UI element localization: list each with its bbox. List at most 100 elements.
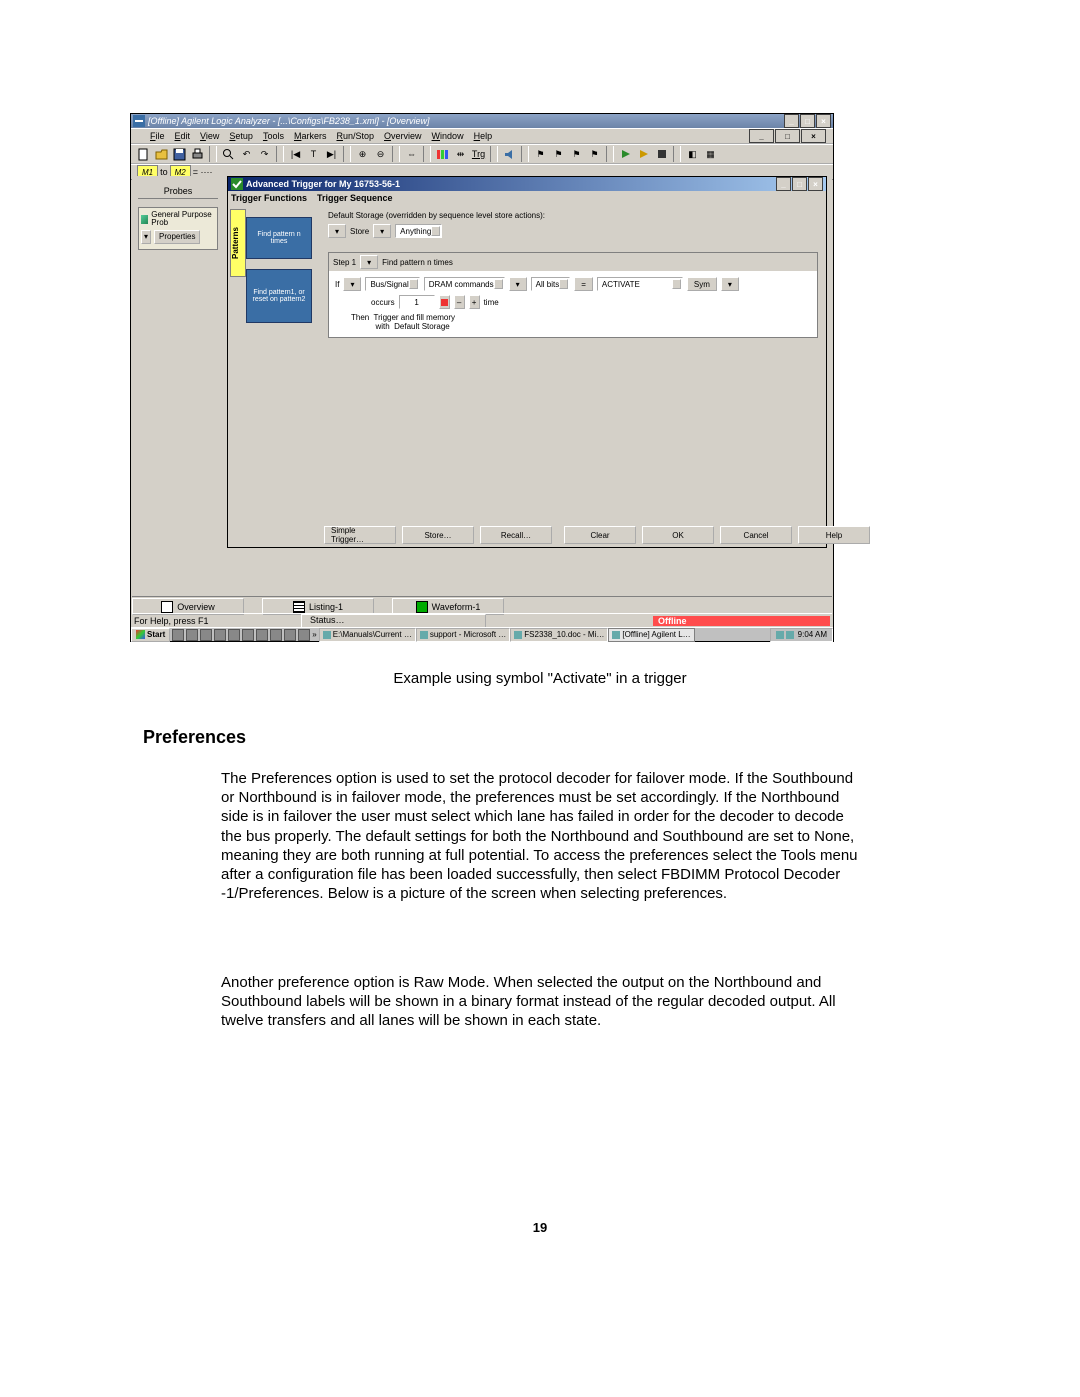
menu-help[interactable]: Help	[469, 131, 498, 141]
last-icon[interactable]: ▶|	[323, 146, 340, 162]
dialog-button-row: Simple Trigger… Store… Recall… Clear OK …	[324, 526, 820, 544]
quick-launch-icon[interactable]	[214, 629, 226, 641]
menu-runstop[interactable]: Run/Stop	[331, 131, 379, 141]
menu-file[interactable]: File	[145, 131, 170, 141]
all-bits-combo[interactable]: All bits	[531, 277, 571, 291]
bus-signal-combo[interactable]: Bus/Signal	[365, 277, 419, 291]
quick-launch-icon[interactable]	[256, 629, 268, 641]
menu-tools[interactable]: Tools	[258, 131, 289, 141]
zoom-in-icon[interactable]: ⊕	[354, 146, 371, 162]
mdi-minimize-button[interactable]: _	[749, 129, 774, 143]
module-icon	[141, 215, 148, 224]
trigger-pos-icon[interactable]: Trg	[470, 146, 487, 162]
occurs-stop-button[interactable]	[439, 295, 450, 309]
start-button[interactable]: Start	[131, 628, 170, 642]
dialog-minimize-button[interactable]: _	[776, 177, 791, 191]
quick-launch-icon[interactable]	[172, 629, 184, 641]
menu-markers[interactable]: Markers	[289, 131, 332, 141]
quick-launch-icon[interactable]	[242, 629, 254, 641]
flag3-icon[interactable]: ⚑	[568, 146, 585, 162]
center-icon[interactable]: ⇹	[452, 146, 469, 162]
go-to-trigger-icon[interactable]	[434, 146, 451, 162]
dialog-title-bar[interactable]: Advanced Trigger for My 16753-56-1 _ □ ×	[228, 177, 826, 191]
minimize-button[interactable]: _	[784, 114, 799, 128]
taskbar-clock[interactable]: 9:04 AM	[770, 628, 833, 642]
paragraph: Another preference option is Raw Mode. W…	[221, 973, 861, 1031]
default-storage-menu[interactable]: ▾	[328, 224, 346, 238]
occurs-count[interactable]: 1	[399, 295, 435, 309]
dram-commands-combo[interactable]: DRAM commands	[424, 277, 505, 291]
flag1-icon[interactable]: ⚑	[532, 146, 549, 162]
overlay-icon[interactable]: ◧	[684, 146, 701, 162]
func-find-reset[interactable]: Find pattern1, or reset on pattern2	[246, 269, 312, 323]
patterns-tab[interactable]: Patterns	[230, 209, 246, 277]
module-menu-button[interactable]: ▾	[141, 230, 151, 244]
sym-button[interactable]: Sym	[687, 277, 717, 291]
task-button[interactable]: FS2338_10.doc - Mi…	[510, 628, 608, 642]
store-button[interactable]: Store…	[402, 526, 474, 544]
new-icon[interactable]	[135, 146, 152, 162]
group-icon[interactable]: ▦	[702, 146, 719, 162]
mdi-close-button[interactable]: ×	[801, 129, 826, 143]
menu-overview[interactable]: Overview	[379, 131, 427, 141]
quick-launch-icon[interactable]	[298, 629, 310, 641]
dram-menu[interactable]: ▾	[509, 277, 527, 291]
col-trigger-sequence: Trigger Sequence	[317, 193, 823, 203]
task-button[interactable]: support - Microsoft …	[416, 628, 510, 642]
cancel-button[interactable]: Cancel	[720, 526, 792, 544]
occurs-up-button[interactable]: +	[469, 295, 480, 309]
simple-trigger-button[interactable]: Simple Trigger…	[324, 526, 396, 544]
menu-edit[interactable]: Edit	[170, 131, 196, 141]
mdi-maximize-button[interactable]: □	[775, 129, 800, 143]
menu-view[interactable]: View	[195, 131, 224, 141]
figure-caption: Example using symbol "Activate" in a tri…	[0, 670, 1080, 687]
if-menu[interactable]: ▾	[343, 277, 361, 291]
quick-launch-icon[interactable]	[284, 629, 296, 641]
close-button[interactable]: ×	[816, 114, 831, 128]
help-button[interactable]: Help	[798, 526, 870, 544]
find-next-icon[interactable]: ↷	[256, 146, 273, 162]
find-prev-icon[interactable]: ↶	[238, 146, 255, 162]
task-button[interactable]: [Offline] Agilent L…	[608, 628, 694, 642]
quick-launch-icon[interactable]	[270, 629, 282, 641]
module-box[interactable]: General Purpose Prob ▾ Properties	[138, 207, 218, 250]
find-icon[interactable]	[220, 146, 237, 162]
run-rep-icon[interactable]	[635, 146, 652, 162]
quick-launch-icon[interactable]	[186, 629, 198, 641]
flag2-icon[interactable]: ⚑	[550, 146, 567, 162]
zoom-out-icon[interactable]: ⊖	[372, 146, 389, 162]
sym-menu[interactable]: ▾	[721, 277, 739, 291]
quick-launch-icon[interactable]	[200, 629, 212, 641]
pause-icon[interactable]: T	[305, 146, 322, 162]
menu-window[interactable]: Window	[427, 131, 469, 141]
menu-setup[interactable]: Setup	[224, 131, 258, 141]
func-find-pattern[interactable]: Find pattern n times	[246, 217, 312, 259]
save-icon[interactable]	[171, 146, 188, 162]
open-icon[interactable]	[153, 146, 170, 162]
ok-button[interactable]: OK	[642, 526, 714, 544]
status-offline: Offline	[653, 616, 830, 626]
stop-icon[interactable]	[653, 146, 670, 162]
print-icon[interactable]	[189, 146, 206, 162]
store-menu[interactable]: ▾	[373, 224, 391, 238]
explorer-icon	[323, 631, 331, 639]
value-combo[interactable]: ACTIVATE	[597, 277, 683, 291]
occurs-down-button[interactable]: –	[454, 295, 465, 309]
step-menu[interactable]: ▾	[360, 255, 378, 269]
clear-button[interactable]: Clear	[564, 526, 636, 544]
run-icon[interactable]	[617, 146, 634, 162]
speaker-icon[interactable]	[501, 146, 518, 162]
equals-button[interactable]: =	[574, 277, 593, 291]
task-button[interactable]: E:\Manuals\Current …	[319, 628, 416, 642]
dialog-close-button[interactable]: ×	[808, 177, 823, 191]
dialog-maximize-button[interactable]: □	[792, 177, 807, 191]
quick-launch-icon[interactable]	[228, 629, 240, 641]
flag4-icon[interactable]: ⚑	[586, 146, 603, 162]
recall-button[interactable]: Recall…	[480, 526, 552, 544]
maximize-button[interactable]: □	[800, 114, 815, 128]
properties-button[interactable]: Properties	[154, 230, 200, 244]
first-icon[interactable]: |◀	[287, 146, 304, 162]
status-button[interactable]: Status…	[301, 614, 486, 628]
store-combo[interactable]: Anything	[395, 224, 442, 238]
scale-full-icon[interactable]: ⇔	[403, 146, 420, 162]
